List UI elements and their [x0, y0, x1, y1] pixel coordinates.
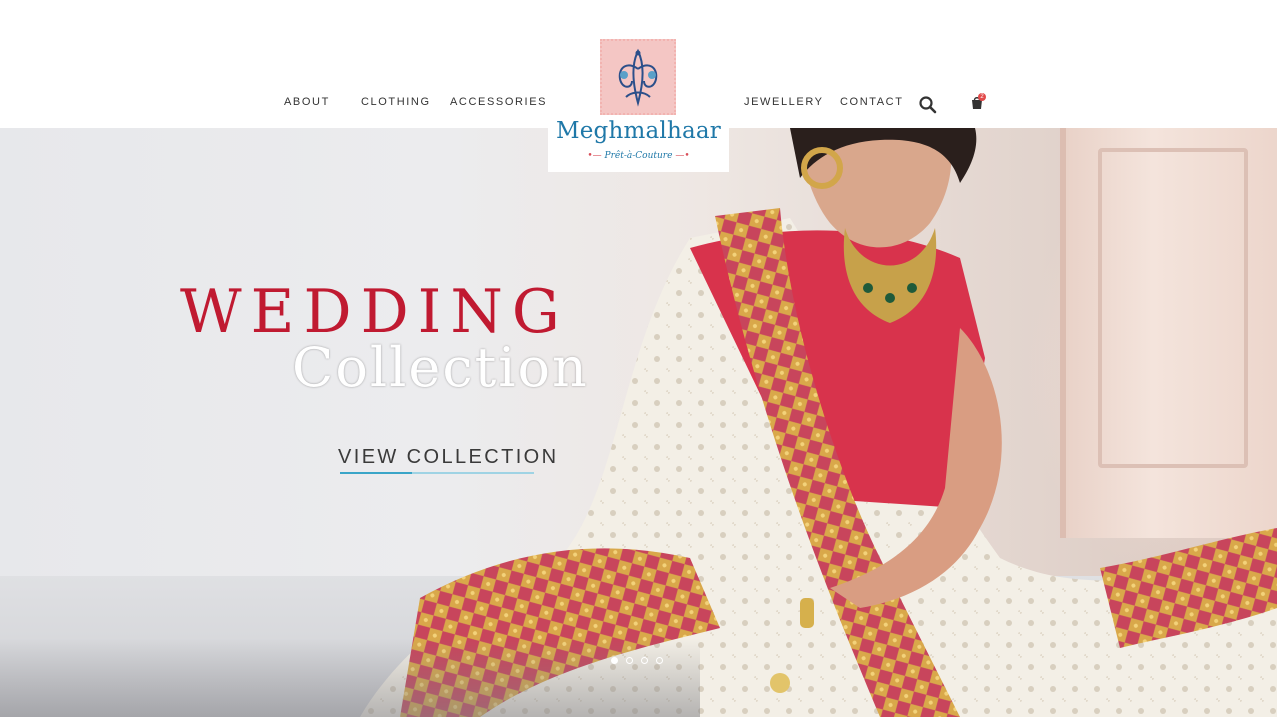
cart-count-badge: 2	[978, 93, 986, 101]
nav-jewellery[interactable]: JEWELLERY	[744, 96, 824, 108]
brand-tagline-text: Prêt-à-Couture	[604, 151, 673, 161]
slider-dot-4[interactable]	[656, 657, 663, 664]
nav-contact[interactable]: CONTACT	[840, 96, 904, 108]
hero-banner	[0, 128, 1277, 717]
hero-model-image	[360, 128, 1277, 717]
logo-stamp-icon	[600, 39, 676, 115]
view-collection-underline	[340, 472, 534, 474]
brand-name: Meghmalhaar	[555, 118, 721, 144]
hero-headline-collection: Collection	[292, 336, 589, 399]
view-collection-underline-accent	[340, 472, 412, 474]
search-icon[interactable]	[918, 95, 938, 115]
nav-clothing[interactable]: CLOTHING	[361, 96, 431, 108]
hero-headline-wedding: WEDDING	[180, 277, 569, 347]
slider-dot-3[interactable]	[641, 657, 648, 664]
brand-tagline: •— Prêt-à-Couture —•	[587, 151, 690, 161]
nav-about[interactable]: ABOUT	[284, 96, 330, 108]
nav-accessories[interactable]: ACCESSORIES	[450, 96, 547, 108]
brand-logo[interactable]: Meghmalhaar •— Prêt-à-Couture —•	[548, 30, 729, 172]
slider-dot-1[interactable]	[611, 657, 618, 664]
slider-dot-2[interactable]	[626, 657, 633, 664]
view-collection-button[interactable]: VIEW COLLECTION	[338, 446, 558, 469]
hero-bottom-shade	[0, 638, 700, 717]
